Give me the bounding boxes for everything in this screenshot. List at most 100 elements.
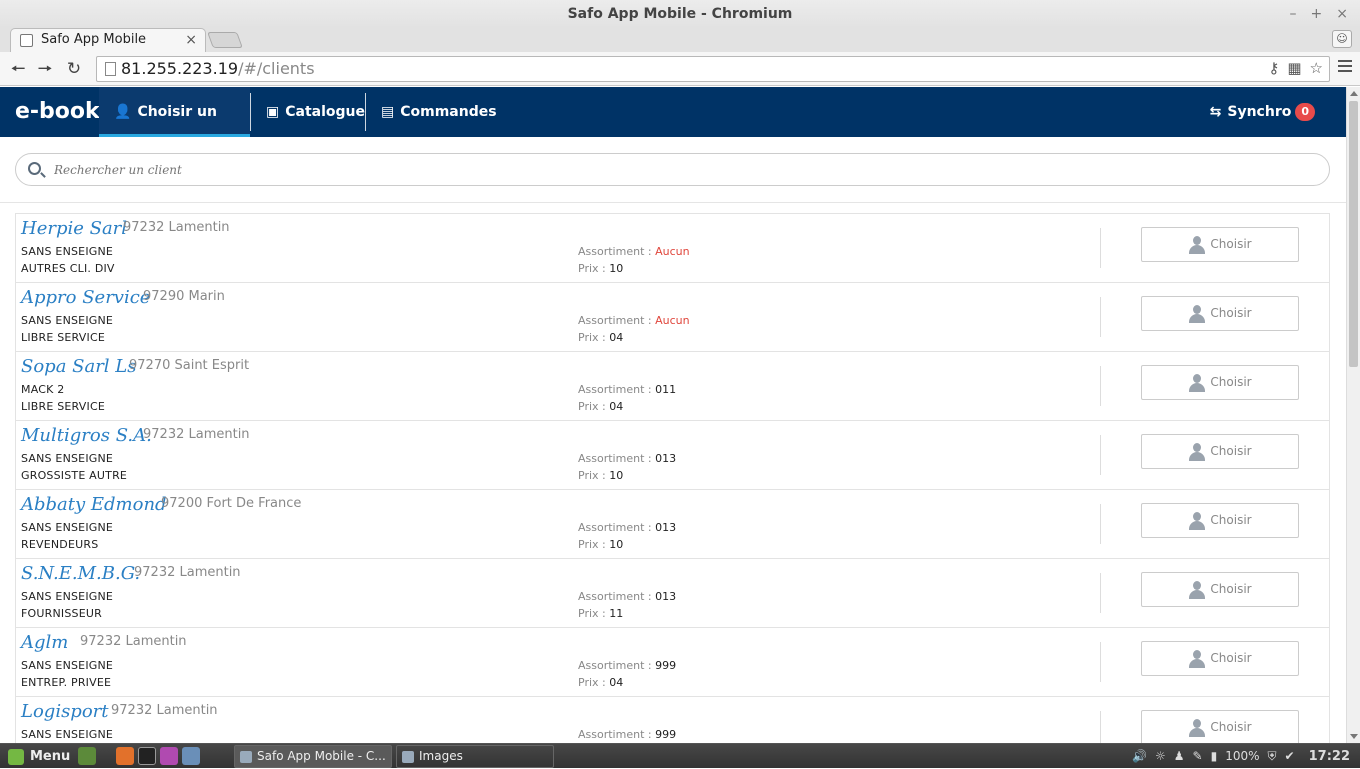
- browser-tab-title: Safo App Mobile: [41, 32, 147, 47]
- client-city: 97200 Fort De France: [161, 496, 302, 511]
- book-icon: ▣: [266, 104, 280, 120]
- client-category: AUTRES CLI. DIV: [21, 262, 115, 275]
- client-row: Sopa Sarl Ls 97270 Saint Esprit MACK 2 LIBR…: [16, 352, 1329, 421]
- app-navbar: e-book 👤Choisir un client ▣ Catalogue ▤ Co…: [0, 87, 1346, 170]
- client-name[interactable]: Multigros S.A.: [21, 425, 152, 446]
- battery-icon[interactable]: ▮: [1211, 744, 1218, 769]
- client-name[interactable]: Appro Service: [21, 287, 150, 308]
- assortiment-value: 999: [655, 728, 677, 741]
- forward-icon[interactable]: 🠖: [34, 58, 56, 80]
- firefox-icon[interactable]: [116, 747, 134, 765]
- client-assortiment: Assortiment : Aucun: [578, 314, 690, 327]
- client-row: Abbaty Edmond 97200 Fort De France SANS EN…: [16, 490, 1329, 559]
- assortiment-value: 013: [655, 590, 677, 603]
- shield-icon[interactable]: ⛨: [1268, 744, 1277, 769]
- start-menu-button[interactable]: Menu: [4, 746, 70, 767]
- window-title: Safo App Mobile - Chromium: [567, 6, 793, 22]
- pen-icon[interactable]: ✎: [1193, 744, 1203, 769]
- update-icon[interactable]: ✔: [1285, 744, 1295, 769]
- client-city: 97270 Saint Esprit: [129, 358, 250, 373]
- choose-client-button[interactable]: Choisir: [1141, 296, 1299, 331]
- client-name[interactable]: Logisport: [21, 701, 109, 722]
- taskbar-window-images[interactable]: Images: [396, 745, 554, 768]
- prix-value: 11: [609, 607, 624, 620]
- prix-value: 10: [609, 538, 624, 551]
- bookmark-star-icon[interactable]: ☆: [1310, 59, 1323, 77]
- user-status-icon[interactable]: ♟: [1174, 744, 1185, 769]
- row-separator: [1100, 228, 1101, 268]
- client-enseigne: SANS ENSEIGNE: [21, 245, 114, 258]
- clock[interactable]: 17:22: [1309, 744, 1350, 769]
- sync-button[interactable]: ⇆ Synchro 0: [1195, 87, 1330, 137]
- key-icon[interactable]: ⚷: [1268, 59, 1279, 77]
- assortiment-label: Assortiment :: [578, 728, 652, 741]
- client-enseigne: SANS ENSEIGNE: [21, 521, 114, 534]
- choose-client-button[interactable]: Choisir: [1141, 572, 1299, 607]
- minimize-icon[interactable]: –: [1290, 6, 1297, 22]
- assortiment-value: 011: [655, 383, 677, 396]
- choose-label: Choisir: [1210, 306, 1252, 320]
- user-icon: [1188, 235, 1206, 254]
- client-city: 97290 Marin: [143, 289, 225, 304]
- prix-value: 10: [609, 469, 624, 482]
- brightness-icon[interactable]: ☼: [1155, 744, 1166, 769]
- close-icon[interactable]: ×: [1336, 6, 1348, 22]
- scroll-up-icon[interactable]: [1350, 91, 1358, 96]
- translate-icon[interactable]: ▦: [1287, 59, 1301, 77]
- client-name[interactable]: Abbaty Edmond: [21, 494, 167, 515]
- row-separator: [1100, 573, 1101, 613]
- client-search-input[interactable]: [54, 154, 1314, 185]
- browser-tab[interactable]: Safo App Mobile ×: [10, 28, 206, 52]
- reload-icon[interactable]: ↻: [63, 58, 85, 80]
- choose-client-button[interactable]: Choisir: [1141, 434, 1299, 469]
- prix-label: Prix :: [578, 469, 606, 482]
- prix-label: Prix :: [578, 676, 606, 689]
- client-prix: Prix : 11: [578, 607, 623, 620]
- user-icon: [1188, 373, 1206, 392]
- choose-client-button[interactable]: Choisir: [1141, 365, 1299, 400]
- page-scrollbar[interactable]: [1346, 87, 1360, 743]
- assortiment-value: Aucun: [655, 245, 690, 258]
- browser-tabstrip: Safo App Mobile × ☺: [0, 28, 1360, 52]
- client-assortiment: Assortiment : Aucun: [578, 245, 690, 258]
- client-enseigne: SANS ENSEIGNE: [21, 452, 114, 465]
- new-tab-button[interactable]: [207, 32, 243, 48]
- choose-client-button[interactable]: Choisir: [1141, 227, 1299, 262]
- client-name[interactable]: S.N.E.M.B.G.: [21, 563, 140, 584]
- volume-icon[interactable]: 🔊: [1132, 744, 1147, 769]
- chromium-icon[interactable]: [182, 747, 200, 765]
- show-desktop-icon[interactable]: [78, 747, 96, 765]
- url-text[interactable]: 81.255.223.19/#/clients: [121, 59, 315, 79]
- client-enseigne: MACK 2: [21, 383, 65, 396]
- choose-client-button[interactable]: Choisir: [1141, 503, 1299, 538]
- client-name[interactable]: Herpie Sarl: [21, 218, 127, 239]
- prix-value: 04: [609, 676, 624, 689]
- row-separator: [1100, 642, 1101, 682]
- brand-logo[interactable]: e-book: [15, 87, 100, 137]
- client-enseigne: SANS ENSEIGNE: [21, 659, 114, 672]
- maximize-icon[interactable]: +: [1311, 6, 1323, 22]
- nav-commandes[interactable]: ▤ Commandes: [366, 87, 512, 137]
- back-icon[interactable]: 🠔: [7, 58, 29, 80]
- client-prix: Prix : 04: [578, 331, 623, 344]
- terminal-icon[interactable]: [138, 747, 156, 765]
- profile-icon[interactable]: ☺: [1332, 30, 1352, 48]
- prix-label: Prix :: [578, 262, 606, 275]
- nav-catalogue[interactable]: ▣ Catalogue: [251, 87, 380, 137]
- nav-choisir-client[interactable]: 👤Choisir un client: [99, 87, 250, 170]
- user-icon: [1188, 511, 1206, 530]
- scroll-down-icon[interactable]: [1350, 734, 1358, 739]
- user-icon: [1188, 304, 1206, 323]
- scroll-thumb[interactable]: [1349, 101, 1358, 367]
- assortiment-label: Assortiment :: [578, 314, 652, 327]
- omnibox-icons: ⚷ ▦ ☆: [1268, 59, 1323, 77]
- tab-close-icon[interactable]: ×: [185, 29, 197, 51]
- client-name[interactable]: Aglm: [21, 632, 68, 653]
- taskbar-window-chromium[interactable]: Safo App Mobile - C...: [234, 745, 392, 768]
- client-name[interactable]: Sopa Sarl Ls: [21, 356, 136, 377]
- choose-client-button[interactable]: Choisir: [1141, 710, 1299, 743]
- chat-icon[interactable]: [160, 747, 178, 765]
- choose-client-button[interactable]: Choisir: [1141, 641, 1299, 676]
- chrome-menu-icon[interactable]: [1338, 60, 1352, 75]
- address-bar[interactable]: 81.255.223.19/#/clients ⚷ ▦ ☆: [96, 56, 1330, 82]
